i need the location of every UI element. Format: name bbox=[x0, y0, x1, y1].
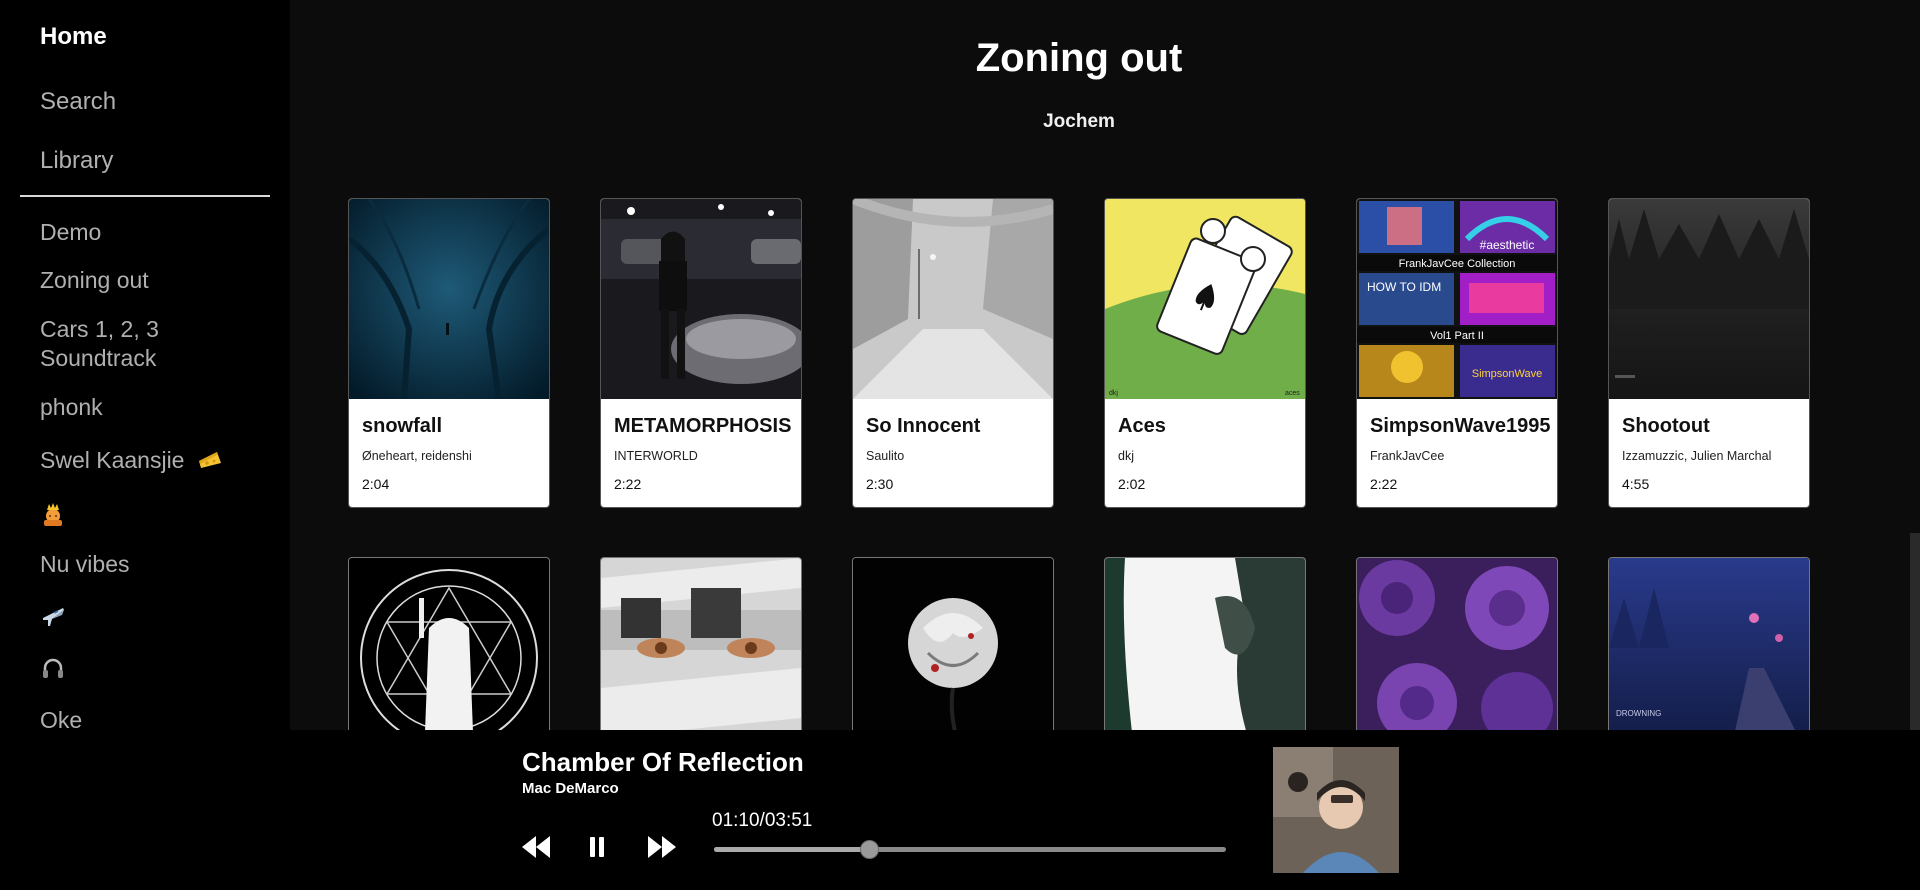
track-card[interactable]: snowfall Øneheart, reidenshi 2:04 bbox=[348, 198, 550, 508]
album-cover bbox=[1357, 558, 1557, 730]
track-card[interactable]: DROWNING bbox=[1608, 557, 1810, 730]
track-duration: 2:22 bbox=[614, 476, 642, 492]
track-title: SimpsonWave1995 bbox=[1370, 415, 1551, 437]
pause-icon bbox=[590, 837, 604, 857]
album-cover bbox=[601, 558, 801, 730]
cover-vol-label: Vol1 Part II bbox=[1430, 330, 1484, 342]
nav-search[interactable]: Search bbox=[40, 88, 116, 116]
cover-how-to-idm: HOW TO IDM bbox=[1367, 280, 1441, 294]
fast-forward-icon bbox=[648, 836, 676, 858]
cover-simpsonwave: SimpsonWave bbox=[1472, 368, 1543, 380]
cheese-icon bbox=[198, 452, 221, 468]
nav-home[interactable]: Home bbox=[40, 23, 107, 51]
next-button[interactable] bbox=[644, 832, 678, 862]
album-cover bbox=[349, 199, 549, 399]
track-card[interactable] bbox=[600, 557, 802, 730]
track-card[interactable]: #aesthetic FrankJavCee Collection HOW TO… bbox=[1356, 198, 1558, 508]
play-pause-button[interactable] bbox=[580, 832, 614, 862]
page-title: Zoning out bbox=[975, 36, 1183, 80]
track-title: Shootout bbox=[1622, 415, 1710, 437]
sidebar-playlist-airplane[interactable] bbox=[40, 603, 280, 636]
sidebar: Home Search Library Demo Zoning out Cars… bbox=[0, 0, 290, 890]
sidebar-playlist-phonk[interactable]: phonk bbox=[40, 393, 280, 422]
sidebar-playlist-swel-kaansjie[interactable]: Swel Kaansjie bbox=[40, 446, 280, 475]
track-title: METAMORPHOSIS bbox=[614, 415, 792, 437]
track-artist: Saulito bbox=[866, 449, 905, 463]
sidebar-playlist-nu-vibes[interactable]: Nu vibes bbox=[40, 550, 280, 579]
main-content: Zoning out Jochem snowfall Øneheart, rei… bbox=[290, 0, 1920, 730]
sidebar-playlist-cars[interactable]: Cars 1, 2, 3 Soundtrack bbox=[40, 315, 280, 373]
track-title: Aces bbox=[1118, 415, 1166, 437]
rewind-icon bbox=[522, 836, 550, 858]
track-duration: 2:02 bbox=[1118, 476, 1146, 492]
progress-bar[interactable] bbox=[714, 840, 1226, 859]
headphones-icon bbox=[43, 658, 63, 678]
previous-button[interactable] bbox=[520, 832, 554, 862]
track-duration: 2:04 bbox=[362, 476, 390, 492]
cover-label-left: dkj bbox=[1109, 390, 1118, 397]
sidebar-divider bbox=[20, 195, 270, 197]
track-artist: dkj bbox=[1118, 449, 1134, 463]
track-card[interactable] bbox=[1356, 557, 1558, 730]
track-duration: 2:22 bbox=[1370, 476, 1398, 492]
sidebar-playlist-headphones[interactable] bbox=[40, 656, 280, 689]
album-cover bbox=[853, 199, 1053, 399]
album-cover bbox=[1609, 199, 1809, 399]
sidebar-playlist-zoning-out[interactable]: Zoning out bbox=[40, 266, 280, 295]
album-cover bbox=[349, 558, 549, 730]
sidebar-playlist-queen[interactable] bbox=[40, 500, 280, 533]
track-card[interactable] bbox=[348, 557, 550, 730]
playlist-owner: Jochem bbox=[1043, 111, 1115, 132]
nav-library[interactable]: Library bbox=[40, 147, 113, 175]
cover-collection-label: FrankJavCee Collection bbox=[1399, 258, 1516, 270]
track-artist: FrankJavCee bbox=[1370, 449, 1445, 463]
track-card[interactable] bbox=[852, 557, 1054, 730]
album-cover: #aesthetic FrankJavCee Collection HOW TO… bbox=[1357, 199, 1557, 399]
player-bar: Chamber Of Reflection Mac DeMarco 01:10/… bbox=[290, 730, 1920, 890]
album-cover bbox=[1105, 558, 1305, 730]
track-duration: 2:30 bbox=[866, 476, 894, 492]
track-card[interactable]: METAMORPHOSIS INTERWORLD 2:22 bbox=[600, 198, 802, 508]
track-artist: Øneheart, reidenshi bbox=[362, 449, 472, 463]
progress-fill bbox=[714, 847, 870, 852]
sidebar-playlist-label: Swel Kaansjie bbox=[40, 447, 185, 473]
cover-drowning-label: DROWNING bbox=[1616, 709, 1661, 718]
sidebar-playlist-demo[interactable]: Demo bbox=[40, 218, 280, 247]
playback-time: 01:10/03:51 bbox=[712, 810, 813, 831]
progress-handle[interactable] bbox=[860, 840, 880, 859]
track-artist: Izzamuzzic, Julien Marchal bbox=[1622, 449, 1772, 463]
queen-emoji-icon bbox=[44, 503, 62, 526]
track-title: So Innocent bbox=[866, 415, 981, 437]
cover-label-right: aces bbox=[1285, 390, 1300, 397]
album-cover bbox=[853, 558, 1053, 730]
cover-hashtag: #aesthetic bbox=[1480, 238, 1535, 252]
track-artist: INTERWORLD bbox=[614, 449, 698, 463]
airplane-icon bbox=[43, 608, 64, 626]
track-title: snowfall bbox=[362, 415, 443, 437]
sidebar-playlist-oke[interactable]: Oke bbox=[40, 706, 280, 735]
track-card[interactable] bbox=[1104, 557, 1306, 730]
album-cover bbox=[601, 199, 801, 399]
main-scrollbar[interactable] bbox=[1910, 533, 1920, 730]
now-playing-title: Chamber Of Reflection bbox=[522, 747, 804, 777]
track-card[interactable]: Shootout Izzamuzzic, Julien Marchal 4:55 bbox=[1608, 198, 1810, 508]
album-cover: DROWNING bbox=[1609, 558, 1809, 730]
track-duration: 4:55 bbox=[1622, 476, 1650, 492]
now-playing-artist: Mac DeMarco bbox=[522, 780, 619, 797]
track-card[interactable]: dkj aces Aces dkj 2:02 bbox=[1104, 198, 1306, 508]
track-card[interactable]: So Innocent Saulito 2:30 bbox=[852, 198, 1054, 508]
now-playing-cover bbox=[1273, 747, 1399, 873]
album-cover: dkj aces bbox=[1105, 199, 1305, 399]
